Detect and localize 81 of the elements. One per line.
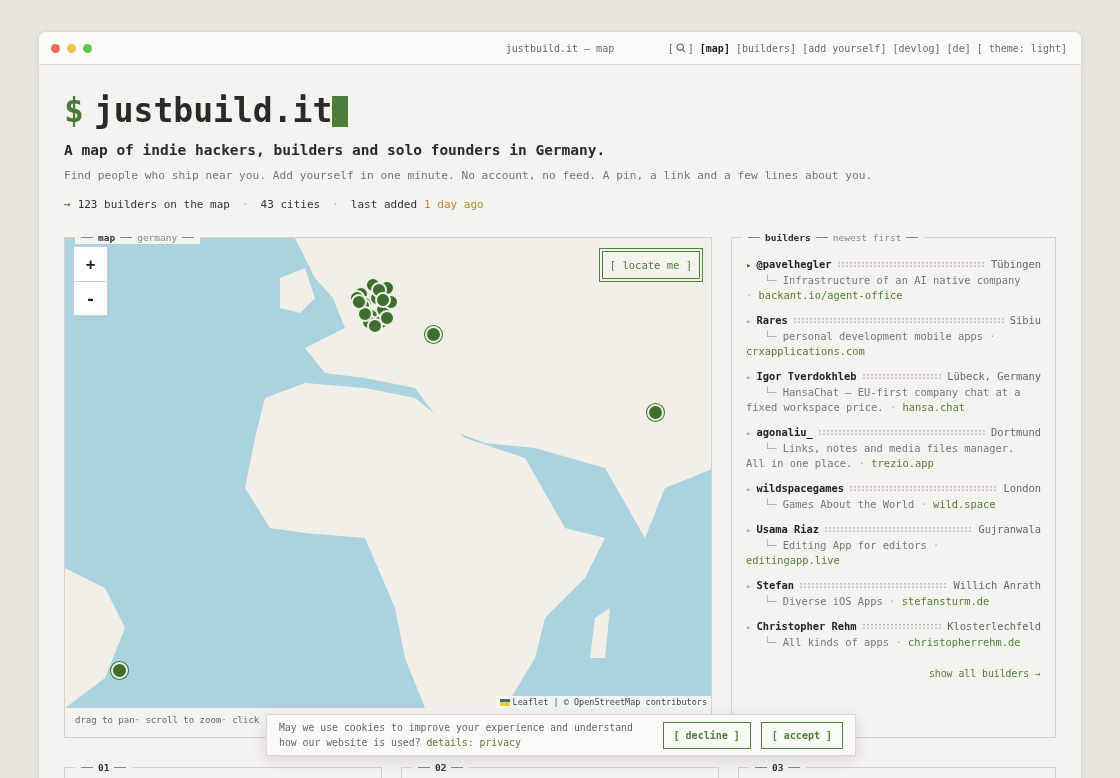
search-button[interactable]: [ ] xyxy=(667,42,694,54)
nav-link[interactable]: [map] xyxy=(699,42,730,54)
builder-link[interactable]: editingapp.live xyxy=(746,554,840,567)
builder-city: London xyxy=(1003,482,1041,495)
builder-link[interactable]: backant.io/agent-office xyxy=(758,289,903,302)
last-added-label: last added xyxy=(350,198,418,212)
section-number: 03 xyxy=(772,762,784,774)
row-marker: ▸ xyxy=(746,622,752,633)
section-number: 02 xyxy=(435,762,447,774)
show-all-link[interactable]: show all builders → xyxy=(928,668,1041,680)
nav-link[interactable]: [ theme: light] xyxy=(976,42,1067,54)
nav-link[interactable]: [builders] xyxy=(735,42,797,54)
builder-description: └─ All kinds of apps · christopherrehm.de xyxy=(763,635,1022,651)
minimize-dot-icon[interactable] xyxy=(67,43,76,53)
builder-city: Willich Anrath xyxy=(953,579,1041,592)
builder-city: Lübeck, Germany xyxy=(947,370,1041,383)
builder-city: Klosterlechfeld xyxy=(947,620,1041,633)
zoom-out-button[interactable]: - xyxy=(74,281,107,316)
builder-name[interactable]: agonaliu_ xyxy=(756,426,813,439)
separator-dot: · xyxy=(241,198,249,212)
cookie-notice: May we use cookies to improve your experience and understand how our website is used? details: privacy xyxy=(279,721,634,750)
builder-city: Sibiu xyxy=(1009,314,1041,327)
city-count: 43 cities xyxy=(260,198,321,212)
intro-text: Find people who ship near you. Add yourself in one minute. No account, no feed. A pin, a link and a few lines about you. xyxy=(64,169,874,183)
builder-description: └─ Games About the World · wild.space xyxy=(763,497,997,513)
separator-dot: · xyxy=(332,198,339,212)
builder-description: └─ Diverse iOS Apps · stefansturm.de xyxy=(763,594,991,610)
builder-description: └─ HansaChat — EU-first company chat at a fixed workspace price. · hansa.chat xyxy=(746,385,1022,416)
row-marker: ▸ xyxy=(746,525,752,536)
last-added-time: 1 day ago xyxy=(424,198,484,212)
builder-city: Gujranwala xyxy=(978,523,1041,536)
row-marker: ▸ xyxy=(746,372,752,383)
map-pin-icon[interactable] xyxy=(111,662,128,680)
window-title: justbuild.it — map xyxy=(505,42,615,54)
builder-description: └─ Links, notes and media files manager. All in one place. · trezio.app xyxy=(746,441,1016,472)
nav-link[interactable]: [add yourself] xyxy=(802,42,887,54)
panel-title: builders xyxy=(765,231,811,245)
builder-name[interactable]: wildspacegames xyxy=(756,482,844,495)
site-title: justbuild.it xyxy=(93,93,333,130)
row-marker: ▸ xyxy=(746,260,752,271)
decline-button[interactable]: [ decline ] xyxy=(662,721,751,749)
builder-city: Dortmund xyxy=(990,426,1041,439)
builder-description: └─ personal development mobile apps · crxapplications.com xyxy=(746,329,997,360)
builder-link[interactable]: stefansturm.de xyxy=(901,595,990,608)
builder-link[interactable]: trezio.app xyxy=(871,457,934,470)
nav-link[interactable]: [de] xyxy=(946,42,971,54)
builder-link[interactable]: wild.space xyxy=(932,498,996,511)
flag-icon xyxy=(499,698,510,706)
panel-subtitle: newest first xyxy=(832,231,902,245)
builder-count: 123 builders on the map xyxy=(77,198,230,212)
builder-city: Tübingen xyxy=(990,258,1041,271)
cursor-block-icon xyxy=(332,95,349,127)
search-icon xyxy=(675,43,686,53)
zoom-dot-icon[interactable] xyxy=(83,43,92,53)
prompt-symbol: $ xyxy=(64,93,84,130)
nav-link[interactable]: [devlog] xyxy=(892,42,941,54)
privacy-link[interactable]: details: privacy xyxy=(426,737,521,748)
builder-link[interactable]: christopherrehm.de xyxy=(907,636,1021,649)
builder-name[interactable]: @pavelhegler xyxy=(756,258,832,271)
locate-button[interactable]: [ locate me ] xyxy=(598,248,703,283)
builder-description: └─ Infrastructure of an AI native company · backant.io/agent-office xyxy=(746,273,1022,304)
map-attribution: Leaflet | © OpenStreetMap contributors xyxy=(512,697,707,708)
map-hint: drag to pan· scroll to zoom· click xyxy=(75,715,260,726)
builder-description: └─ Editing App for editors · editingapp.live xyxy=(746,538,941,569)
close-dot-icon[interactable] xyxy=(51,43,60,53)
row-marker: ▸ xyxy=(746,581,752,592)
section-number: 01 xyxy=(98,762,110,774)
row-marker: ▸ xyxy=(746,428,752,439)
row-marker: ▸ xyxy=(746,484,752,495)
builder-name[interactable]: Usama Riaz xyxy=(756,523,819,536)
builder-name[interactable]: Stefan xyxy=(756,579,794,592)
builder-link[interactable]: crxapplications.com xyxy=(746,345,865,358)
tagline: A map of indie hackers, builders and solo founders in Germany. xyxy=(64,142,607,159)
row-marker: ▸ xyxy=(746,316,752,327)
builder-link[interactable]: hansa.chat xyxy=(902,401,965,414)
builder-name[interactable]: Christopher Rehm xyxy=(756,620,857,633)
map-pin-cluster[interactable] xyxy=(349,276,399,333)
accept-button[interactable]: [ accept ] xyxy=(760,721,843,749)
builder-name[interactable]: Igor Tverdokhleb xyxy=(756,370,857,383)
arrow-glyph: → xyxy=(64,198,71,212)
builder-name[interactable]: Rares xyxy=(756,314,788,327)
